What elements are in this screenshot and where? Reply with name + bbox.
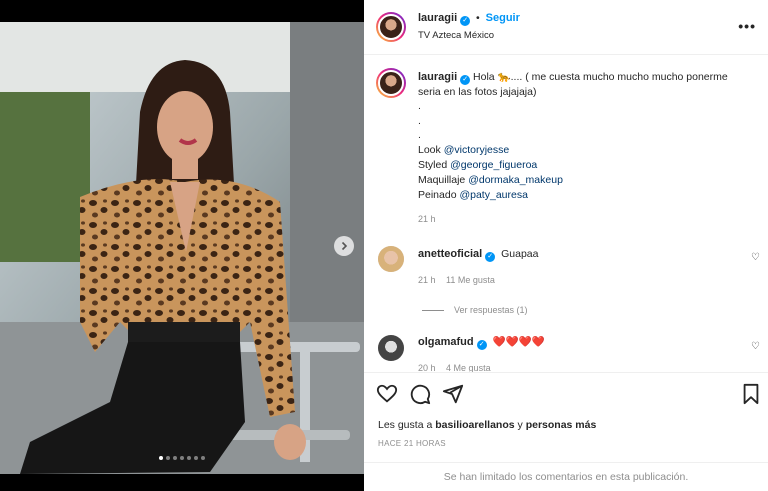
mention-link[interactable]: @dormaka_makeup [468,174,563,186]
comment-icon[interactable] [409,383,431,405]
post-photo[interactable] [0,22,364,474]
comment-time[interactable]: 20 h [418,363,436,372]
likes-join: y [517,419,523,431]
commenter-avatar[interactable] [378,335,404,361]
caption-username[interactable]: lauragii [418,71,457,83]
styled-label: Styled [418,159,448,171]
comments-section: lauragii ✓ Hola 🐆.... ( me cuesta mucho m… [364,56,768,372]
like-comment-heart-icon[interactable]: ♡ [751,252,760,263]
verified-icon: ✓ [476,340,487,350]
like-comment-heart-icon[interactable]: ♡ [751,341,760,352]
view-replies-button[interactable]: Ver respuestas (1) [422,305,528,315]
author-username[interactable]: lauragii [418,12,457,24]
mention-link[interactable]: @paty_auresa [459,189,527,201]
mention-link[interactable]: @victoryjesse [444,144,510,156]
comments-limited-notice: Se han limitado los comentarios en esta … [364,462,768,491]
post-header: lauragii ✓ • Seguir TV Azteca México ••• [364,0,768,55]
post-timestamp[interactable]: HACE 21 HORAS [378,439,446,448]
post-media [0,0,364,491]
makeup-label: Maquillaje [418,174,466,186]
likers-others-link[interactable]: personas más [526,419,597,431]
caption-dot: . [418,129,421,141]
author-avatar[interactable] [376,12,406,42]
carousel-dot [159,456,163,460]
commenter-avatar[interactable] [378,246,404,272]
bookmark-icon[interactable] [740,383,762,405]
comment-username[interactable]: anetteoficial [418,248,482,260]
carousel-dot [173,456,177,460]
caption-dot: . [418,115,421,127]
carousel-dot [166,456,170,460]
follow-button[interactable]: Seguir [486,12,520,24]
carousel-dot [194,456,198,460]
carousel-dot [187,456,191,460]
likes-prefix: Les gusta a [378,419,433,431]
caption-line-1: Hola 🐆.... ( me cuesta mucho mucho mucho… [473,71,728,83]
post-location[interactable]: TV Azteca México [418,30,494,41]
carousel-dot [201,456,205,460]
mention-link[interactable]: @george_figueroa [450,159,537,171]
next-photo-button[interactable] [334,236,354,256]
caption-dot: . [418,100,421,112]
verified-icon: ✓ [460,16,471,26]
comment-text: ❤️❤️❤️❤️ [492,336,545,348]
more-options-icon[interactable]: ••• [738,18,756,34]
caption-time[interactable]: 21 h [418,214,436,224]
liker-username[interactable]: basilioarellanos [435,419,514,431]
comment-time[interactable]: 21 h [418,275,436,285]
comment-likes[interactable]: 11 Me gusta [446,275,495,285]
verified-icon: ✓ [460,75,471,85]
verified-icon: ✓ [485,252,496,262]
chevron-right-icon [341,241,348,251]
comment-text: Guapaa [501,248,539,260]
carousel-dot [180,456,184,460]
caption-line-2: seria en las fotos jajajaja) [418,86,537,98]
look-label: Look [418,144,441,156]
heart-icon[interactable] [376,383,398,405]
comment-username[interactable]: olgamafud [418,336,474,348]
view-replies-label: Ver respuestas (1) [454,305,528,315]
post-details-panel: lauragii ✓ • Seguir TV Azteca México ••• … [364,0,768,491]
share-icon[interactable] [442,383,464,405]
hair-label: Peinado [418,189,457,201]
comment-likes[interactable]: 4 Me gusta [446,363,491,372]
post-actions: Les gusta a basilioarellanos y personas … [364,372,768,462]
likes-summary: Les gusta a basilioarellanos y personas … [378,419,596,431]
separator: • [476,12,480,24]
carousel-dots [0,456,364,460]
caption-avatar[interactable] [376,68,406,98]
